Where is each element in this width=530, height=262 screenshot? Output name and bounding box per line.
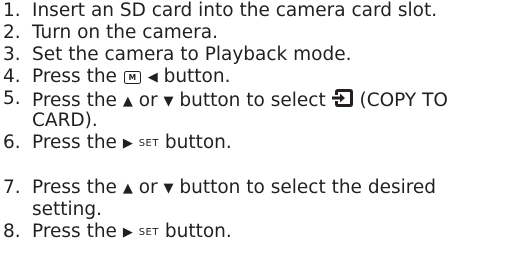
set-label: SET — [138, 138, 159, 149]
step-text: Press the ▲ or ▼ button to select the de… — [32, 177, 436, 200]
copy-to-card-icon — [331, 88, 354, 114]
step-text-post: button. — [158, 132, 232, 153]
step-text-mid: or — [132, 177, 164, 198]
step-text-post: button. — [157, 66, 231, 87]
right-triangle-icon: ▶ — [122, 225, 133, 240]
set-label: SET — [138, 227, 159, 238]
step-text-pre: Press the — [32, 132, 123, 153]
step-number: 2. — [3, 22, 21, 43]
right-triangle-icon: ▶ — [122, 136, 133, 151]
menu-button-icon: M — [123, 71, 141, 84]
step-text-pre: Press the — [32, 66, 123, 87]
step-number: 8. — [3, 221, 21, 242]
step-number: 7. — [3, 177, 21, 198]
step-text: Press the ▶ SET button. — [32, 221, 232, 244]
step-text: Turn on the camera. — [32, 22, 219, 43]
up-triangle-icon: ▲ — [122, 181, 133, 196]
step-text-pre: Press the — [32, 90, 123, 111]
step-text-pre: Press the — [32, 177, 123, 198]
step-text: Insert an SD card into the camera card s… — [32, 0, 438, 21]
step-text: Press the M ◀ button. — [32, 66, 230, 89]
step-text: Press the ▶ SET button. — [32, 132, 232, 155]
step-text-post: button. — [158, 221, 232, 242]
step-text-mid: or — [132, 90, 164, 111]
step-number: 1. — [3, 0, 21, 21]
up-triangle-icon: ▲ — [122, 94, 133, 109]
step-text-mid2: button to select — [173, 90, 332, 111]
left-triangle-icon: ◀ — [147, 70, 158, 85]
step-number: 3. — [3, 44, 21, 65]
down-triangle-icon: ▼ — [163, 181, 174, 196]
step-number: 4. — [3, 66, 21, 87]
step-number: 5. — [3, 88, 21, 109]
step-text-continued: setting. — [32, 199, 103, 220]
down-triangle-icon: ▼ — [163, 94, 174, 109]
step-text-post: (COPY TO — [353, 90, 448, 111]
step-text-pre: Press the — [32, 221, 123, 242]
step-text-continued: CARD). — [32, 110, 98, 131]
step-number: 6. — [3, 132, 21, 153]
step-text: Set the camera to Playback mode. — [32, 44, 352, 65]
step-text-post: button to select the desired — [173, 177, 437, 198]
